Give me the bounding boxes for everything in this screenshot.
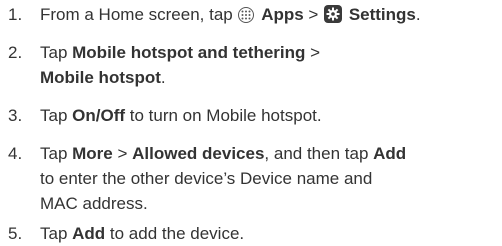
step-text: Tap More > Allowed devices, and then tap… (40, 141, 500, 216)
step-number: 1. (8, 5, 23, 24)
step-line: to enter the other device’s Device name … (40, 169, 373, 188)
step-line: Tap Mobile hotspot and tethering > (40, 43, 321, 62)
step-line: Tap On/Off to turn on Mobile hotspot. (40, 106, 322, 125)
step-line: Tap Add to add the device. (40, 224, 245, 243)
step-number: 5. (8, 224, 23, 243)
step-line: From a Home screen, tap Apps > Settings. (40, 5, 421, 24)
step-line: Mobile hotspot. (40, 68, 166, 87)
step-text: Tap On/Off to turn on Mobile hotspot. (40, 103, 500, 128)
step-text: Tap Add to add the device. (40, 221, 500, 246)
step-number: 3. (8, 106, 23, 125)
settings-gear-icon (324, 5, 343, 23)
step-line: MAC address. (40, 194, 148, 213)
step-text: From a Home screen, tap Apps > Settings. (40, 2, 500, 27)
apps-icon (238, 7, 255, 23)
step-line: Tap More > Allowed devices, and then tap… (40, 144, 407, 163)
step-text: Tap Mobile hotspot and tethering > Mobil… (40, 40, 500, 90)
step-number: 4. (8, 144, 23, 163)
step-number: 2. (8, 43, 23, 62)
